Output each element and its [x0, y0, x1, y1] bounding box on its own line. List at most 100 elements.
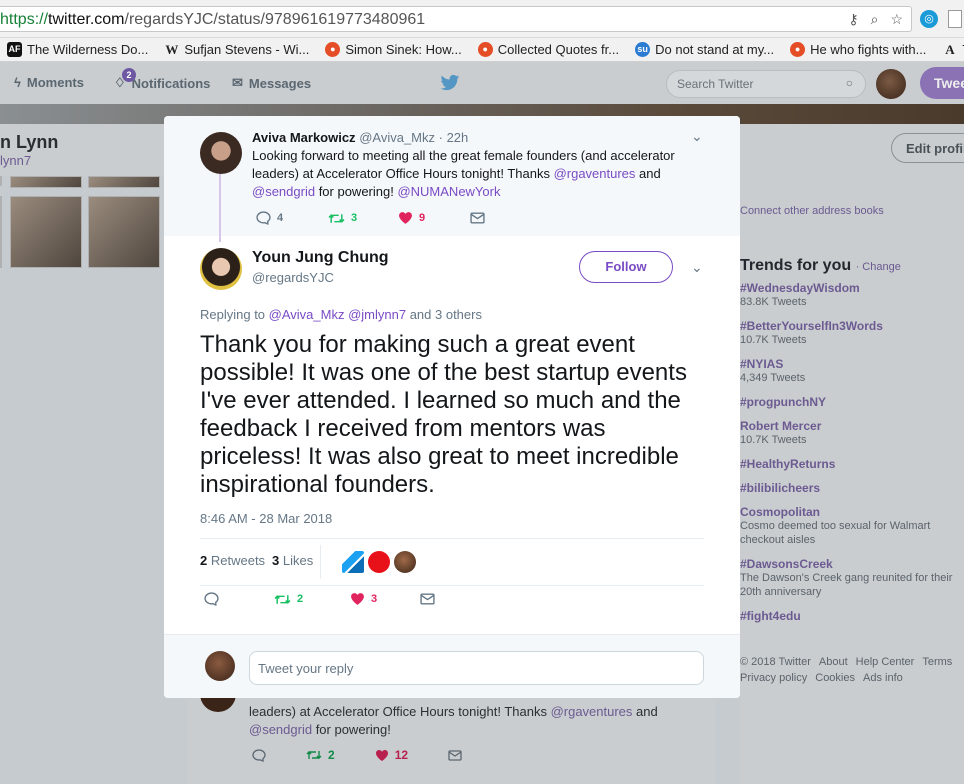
- replying-to: Replying to @Aviva_Mkz @jmlynn7 and 3 ot…: [200, 307, 482, 322]
- retweet-button[interactable]: 2: [274, 592, 350, 606]
- like-button[interactable]: 3: [350, 592, 420, 606]
- bookmark-item[interactable]: ATh: [942, 42, 964, 57]
- search-input[interactable]: Search Twitter ○: [666, 70, 866, 98]
- likes-stat[interactable]: 3 Likes: [272, 553, 313, 568]
- trend-item[interactable]: #BetterYourselfIn3Words 10.7K Tweets: [740, 319, 960, 347]
- connect-link[interactable]: Connect other address books: [740, 205, 884, 217]
- trend-item[interactable]: #bilibilicheers: [740, 481, 960, 495]
- like-button[interactable]: 12: [375, 748, 408, 762]
- bookmark-item[interactable]: AF The Wilderness Do...: [7, 42, 148, 57]
- reply-button[interactable]: [252, 748, 266, 762]
- nav-notifications[interactable]: ♢ 2 Notifications: [114, 68, 210, 91]
- soundcloud-icon: ●: [790, 42, 806, 57]
- footer-terms[interactable]: Terms: [922, 656, 952, 668]
- photo-thumbnail[interactable]: [88, 176, 160, 188]
- nav-messages[interactable]: ✉ Messages: [232, 75, 311, 91]
- reply-input[interactable]: Tweet your reply: [249, 651, 704, 685]
- thread-connector: [219, 174, 221, 242]
- zoom-icon[interactable]: ⌕: [871, 11, 879, 28]
- search-icon[interactable]: ○: [846, 76, 853, 90]
- avatar[interactable]: [394, 551, 416, 573]
- chevron-down-icon[interactable]: ⌄: [691, 259, 703, 276]
- footer-ads[interactable]: Ads info: [863, 672, 903, 684]
- retweet-icon: [274, 594, 291, 604]
- likers-avatars: [342, 551, 416, 573]
- reply-button[interactable]: [204, 592, 274, 606]
- footer-privacy[interactable]: Privacy policy: [740, 672, 807, 684]
- message-button[interactable]: [448, 748, 462, 762]
- nav-moments[interactable]: ϟ Moments: [14, 75, 84, 90]
- tweet-actions: 2 3: [204, 592, 435, 606]
- follow-button[interactable]: Follow: [579, 251, 673, 283]
- trend-item[interactable]: #NYIAS 4,349 Tweets: [740, 357, 960, 385]
- tweet-stats: 2 Retweets 3 Likes: [200, 538, 704, 586]
- bookmark-item[interactable]: ● He who fights with...: [790, 42, 926, 57]
- direct-message-button[interactable]: [420, 592, 435, 606]
- bookmark-item[interactable]: ● Collected Quotes fr...: [477, 42, 619, 57]
- stumbleupon-icon: su: [635, 42, 651, 57]
- profile-name: n Lynn: [0, 132, 59, 152]
- avatar: [205, 651, 235, 681]
- photo-thumbnail[interactable]: [0, 176, 2, 186]
- trends-change-link[interactable]: · Change: [856, 261, 901, 273]
- trend-item[interactable]: Robert Mercer 10.7K Tweets: [740, 419, 960, 447]
- reply-composer: Tweet your reply: [164, 634, 740, 698]
- photo-thumbnail[interactable]: [88, 196, 160, 268]
- trend-item[interactable]: #WednesdayWisdom 83.8K Tweets: [740, 281, 960, 309]
- url-text: https://twitter.com/regardsYJC/status/97…: [0, 11, 426, 28]
- key-icon[interactable]: ⚷: [848, 11, 858, 28]
- parent-tweet-header: Aviva Markowicz @Aviva_Mkz · 22h: [252, 130, 468, 145]
- avatar[interactable]: [342, 551, 364, 573]
- twitter-bird-icon[interactable]: [440, 74, 460, 92]
- reply-mentions[interactable]: @Aviva_Mkz @jmlynn7: [269, 307, 406, 322]
- reply-button[interactable]: 4: [256, 211, 328, 225]
- trend-item[interactable]: #DawsonsCreek The Dawson's Creek gang reu…: [740, 557, 960, 599]
- photo-thumbnail[interactable]: [0, 196, 2, 268]
- author-name[interactable]: Aviva Markowicz: [252, 130, 356, 145]
- author-name[interactable]: Youn Jung Chung: [252, 249, 389, 267]
- envelope-icon: [448, 749, 462, 761]
- trend-item[interactable]: Cosmopolitan Cosmo deemed too sexual for …: [740, 505, 960, 547]
- avatar[interactable]: [200, 132, 242, 174]
- chevron-down-icon[interactable]: ⌄: [691, 128, 703, 145]
- footer-links: © 2018 Twitter About Help Center Terms Priv…: [740, 654, 964, 686]
- footer-about[interactable]: About: [819, 656, 848, 668]
- page-icon[interactable]: [948, 10, 962, 28]
- star-icon[interactable]: ☆: [890, 11, 903, 28]
- trend-item[interactable]: #fight4edu: [740, 609, 960, 623]
- trend-item[interactable]: #progpunchNY: [740, 395, 960, 409]
- retweet-button[interactable]: 3: [328, 211, 398, 225]
- envelope-icon: ✉: [232, 75, 243, 90]
- bookmark-item[interactable]: ● Simon Sinek: How...: [325, 42, 462, 57]
- parent-tweet-text: Looking forward to meeting all the great…: [252, 148, 675, 199]
- parent-tweet[interactable]: Aviva Markowicz @Aviva_Mkz · 22h ⌄ Looki…: [164, 116, 740, 242]
- tweet-button[interactable]: Twee: [920, 67, 964, 99]
- photo-thumbnail[interactable]: [10, 196, 82, 268]
- footer-cookies[interactable]: Cookies: [815, 672, 855, 684]
- like-button[interactable]: 9: [398, 211, 470, 225]
- tweet-time[interactable]: · 22h: [439, 130, 469, 145]
- bookmark-item[interactable]: su Do not stand at my...: [635, 42, 774, 57]
- author-handle[interactable]: @regardsYJC: [252, 270, 334, 285]
- footer-help[interactable]: Help Center: [856, 656, 915, 668]
- trend-item[interactable]: #HealthyReturns: [740, 457, 960, 471]
- retweets-stat[interactable]: 2 Retweets: [200, 553, 265, 568]
- bookmark-item[interactable]: W Sufjan Stevens - Wi...: [164, 42, 309, 57]
- avatar[interactable]: [876, 69, 906, 99]
- photo-thumbnail[interactable]: [10, 176, 82, 188]
- address-bar[interactable]: https://twitter.com/regardsYJC/status/97…: [0, 6, 912, 32]
- tweet-timestamp[interactable]: 8:46 AM - 28 Mar 2018: [200, 511, 332, 526]
- tweet-modal: Aviva Markowicz @Aviva_Mkz · 22h ⌄ Looki…: [164, 116, 740, 698]
- reply-icon: [252, 748, 266, 762]
- author-handle[interactable]: @Aviva_Mkz: [359, 130, 435, 145]
- avatar[interactable]: [368, 551, 390, 573]
- direct-message-button[interactable]: [470, 211, 485, 225]
- retweet-button[interactable]: 2: [306, 748, 335, 762]
- envelope-icon: [420, 593, 435, 605]
- heart-icon: [375, 749, 388, 761]
- reply-icon: [256, 211, 271, 225]
- avatar[interactable]: [200, 248, 242, 290]
- heart-icon: [399, 212, 412, 224]
- edit-profile-button[interactable]: Edit profil: [891, 133, 964, 163]
- safari-extension-icon[interactable]: ◎: [920, 10, 938, 28]
